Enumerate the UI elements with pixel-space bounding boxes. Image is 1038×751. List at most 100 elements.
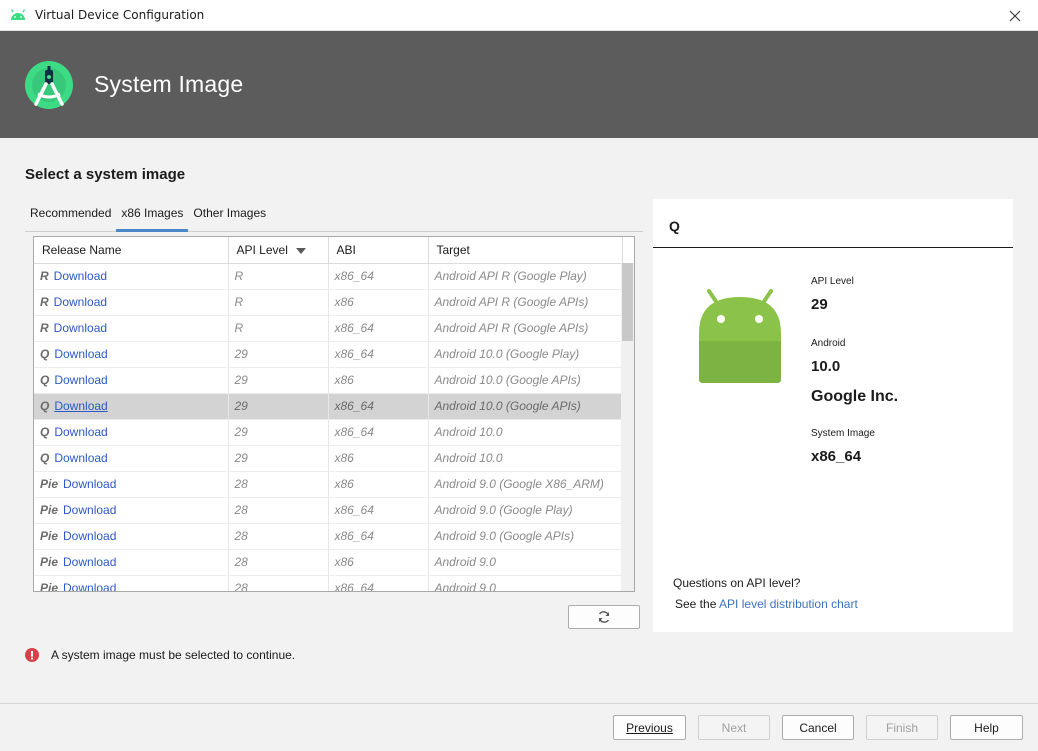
cell-target: Android 9.0 (Google Play)	[428, 497, 623, 524]
release-codename: R	[40, 321, 49, 335]
tab-other-images[interactable]: Other Images	[188, 202, 271, 232]
cell-abi: x86	[328, 471, 429, 498]
cell-target: Android API R (Google Play)	[428, 263, 623, 290]
cell-release-name: Q Download	[34, 419, 229, 446]
table-row[interactable]: Q Download 29 x86 Android 10.0 (Google APIs)	[34, 367, 623, 394]
download-link[interactable]: Download	[54, 321, 107, 335]
cell-release-name: Pie Download	[34, 497, 229, 524]
cell-release-name: Pie Download	[34, 471, 229, 498]
table-row[interactable]: Q Download 29 x86 Android 10.0	[34, 445, 623, 472]
table-row[interactable]: R Download Rx86 Android API R (Google APIs)	[34, 289, 623, 316]
cell-api-level: 28	[228, 575, 329, 591]
cell-target: Android 9.0 (Google APIs)	[428, 523, 623, 550]
download-link[interactable]: Download	[54, 425, 107, 439]
download-link[interactable]: Download	[54, 399, 107, 413]
tab-recommended[interactable]: Recommended	[25, 202, 116, 232]
close-window-button[interactable]	[992, 0, 1038, 31]
cell-abi: x86_64	[328, 523, 429, 550]
download-link[interactable]: Download	[54, 451, 107, 465]
release-codename: Q	[40, 425, 50, 439]
cell-release-name: Pie Download	[34, 549, 229, 576]
detail-divider	[653, 247, 1013, 248]
window-titlebar: Virtual Device Configuration	[0, 0, 1038, 31]
cell-api-level: 28	[228, 471, 329, 498]
column-header-abi[interactable]: ABI	[328, 237, 429, 264]
error-message: A system image must be selected to conti…	[25, 648, 295, 662]
table-row[interactable]: Pie Download 28 x86_64 Android 9.0 (Google P…	[34, 497, 623, 524]
release-codename: Q	[40, 399, 50, 413]
column-header-target[interactable]: Target	[428, 237, 623, 264]
cell-release-name: R Download	[34, 315, 229, 342]
table-row[interactable]: Pie Download 28 x86_64 Android 9.0	[34, 575, 623, 591]
system-image-details-panel: Q API Level 29 Android 10.0 Google Inc. …	[653, 199, 1013, 632]
api-level-distribution-chart-link[interactable]: API level distribution chart	[719, 597, 858, 611]
column-header-release-name[interactable]: Release Name	[34, 237, 229, 264]
table-row[interactable]: Pie Download 28 x86_64 Android 9.0 (Google A…	[34, 523, 623, 550]
download-link[interactable]: Download	[54, 373, 107, 387]
cell-abi: x86_64	[328, 419, 429, 446]
table-row[interactable]: Pie Download 28 x86 Android 9.0	[34, 549, 623, 576]
cell-abi: x86_64	[328, 575, 429, 591]
android-studio-logo-icon	[25, 60, 73, 109]
table-row[interactable]: R Download Rx86_64 Android API R (Google Pl…	[34, 263, 623, 290]
download-link[interactable]: Download	[63, 529, 116, 543]
download-link[interactable]: Download	[63, 477, 116, 491]
cell-abi: x86_64	[328, 393, 429, 420]
header-banner: System Image	[0, 31, 1038, 138]
previous-button[interactable]: Previous	[613, 715, 686, 740]
download-link[interactable]: Download	[63, 555, 116, 569]
cell-api-level: R	[228, 263, 329, 290]
cell-abi: x86_64	[328, 315, 429, 342]
refresh-button[interactable]	[568, 605, 640, 629]
table-scrollbar[interactable]	[621, 263, 634, 591]
table-scroll-thumb[interactable]	[622, 263, 633, 341]
table-row[interactable]: Q Download 29 x86_64 Android 10.0 (Google AP…	[34, 393, 623, 420]
cell-abi: x86	[328, 445, 429, 472]
download-link[interactable]: Download	[54, 269, 107, 283]
cancel-button[interactable]: Cancel	[782, 715, 854, 740]
cell-release-name: Q Download	[34, 445, 229, 472]
cell-api-level: 28	[228, 549, 329, 576]
detail-title: Q	[669, 218, 680, 234]
cell-api-level: 29	[228, 367, 329, 394]
cell-target: Android 9.0	[428, 549, 623, 576]
cell-target: Android 10.0 (Google APIs)	[428, 367, 623, 394]
cell-api-level: 29	[228, 341, 329, 368]
api-level-label: API Level	[811, 276, 854, 287]
cell-api-level: 28	[228, 523, 329, 550]
error-text: A system image must be selected to conti…	[51, 648, 296, 662]
tab-x86-images[interactable]: x86 Images	[116, 202, 189, 232]
cell-api-level: 29	[228, 419, 329, 446]
table-row[interactable]: Q Download 29 x86_64 Android 10.0 (Google Pl…	[34, 341, 623, 368]
next-button[interactable]: Next	[698, 715, 770, 740]
table-row[interactable]: Q Download 29 x86_64 Android 10.0	[34, 419, 623, 446]
vendor-value: Google Inc.	[811, 388, 899, 405]
table-header-row: Release Name API Level ABI Target	[34, 237, 623, 264]
cell-release-name: R Download	[34, 289, 229, 316]
column-header-api-level[interactable]: API Level	[228, 237, 329, 264]
cell-release-name: R Download	[34, 263, 229, 290]
download-link[interactable]: Download	[63, 581, 116, 591]
cell-abi: x86	[328, 549, 429, 576]
cell-api-level: 28	[228, 497, 329, 524]
finish-button[interactable]: Finish	[866, 715, 938, 740]
cell-release-name: Q Download	[34, 341, 229, 368]
error-icon	[25, 648, 39, 662]
download-link[interactable]: Download	[63, 503, 116, 517]
section-title: Select a system image	[25, 166, 186, 183]
table-row[interactable]: R Download Rx86_64 Android API R (Google AP…	[34, 315, 623, 342]
cell-abi: x86	[328, 289, 429, 316]
help-button[interactable]: Help	[950, 715, 1023, 740]
release-codename: Pie	[40, 477, 59, 491]
image-tabs: Recommended x86 Images Other Images	[25, 202, 643, 232]
download-link[interactable]: Download	[54, 295, 107, 309]
table-row[interactable]: Pie Download 28 x86 Android 9.0 (Google X86_…	[34, 471, 623, 498]
api-level-value: 29	[811, 296, 828, 313]
release-codename: Pie	[40, 555, 59, 569]
download-link[interactable]: Download	[54, 347, 107, 361]
release-codename: Pie	[40, 529, 59, 543]
cell-target: Android 10.0	[428, 419, 623, 446]
release-codename: Pie	[40, 503, 59, 517]
cell-target: Android 10.0 (Google APIs)	[428, 393, 623, 420]
cell-api-level: R	[228, 289, 329, 316]
